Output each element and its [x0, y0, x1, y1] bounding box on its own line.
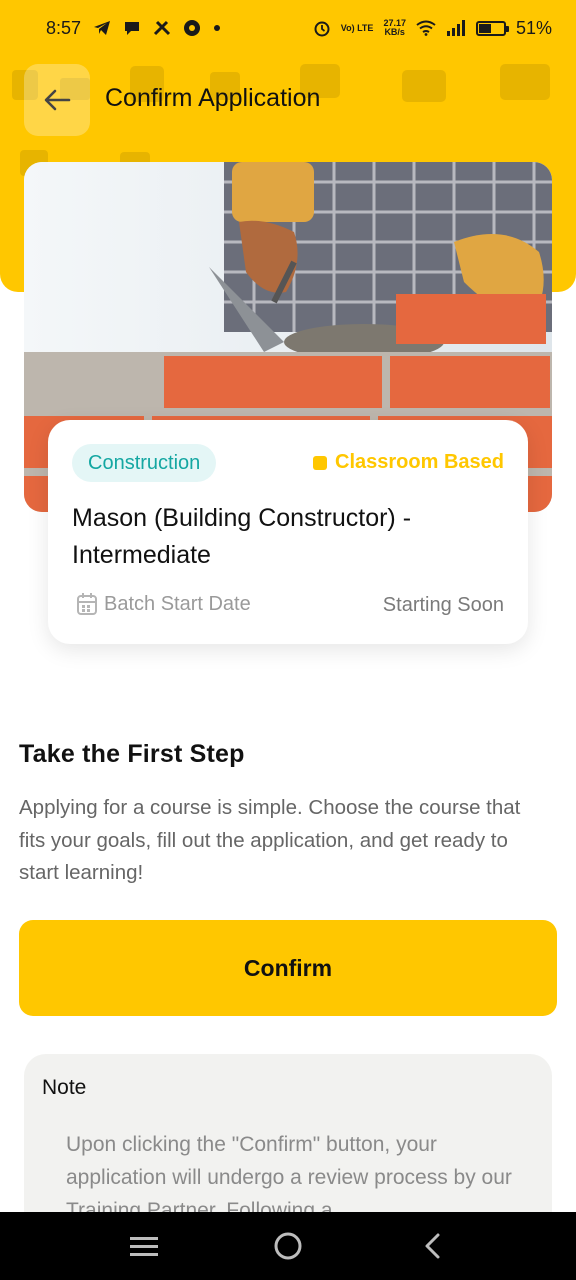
status-bar: 8:57 Vo) LTE 27.17 KB/s 51%	[0, 0, 576, 56]
telegram-icon	[93, 20, 111, 36]
notification-dot-icon	[213, 24, 221, 32]
back-button[interactable]	[24, 64, 90, 136]
course-card[interactable]: Construction Classroom Based Mason (Buil…	[48, 420, 528, 644]
mode-dot-icon	[313, 455, 328, 470]
network-type: Vo) LTE	[340, 22, 374, 33]
network-speed: 27.17 KB/s	[383, 19, 406, 37]
note-title: Note	[42, 1076, 87, 1099]
section-description: Applying for a course is simple. Choose …	[19, 796, 521, 884]
confirm-button[interactable]: Confirm	[19, 920, 557, 1016]
nav-recents-button[interactable]	[124, 1226, 164, 1266]
system-nav-bar	[0, 1212, 576, 1280]
category-badge: Construction	[72, 444, 217, 482]
tools-icon	[153, 20, 171, 36]
course-title: Mason (Building Constructor) - Intermedi…	[72, 504, 412, 569]
batch-start-row: Batch Start Date	[76, 592, 251, 616]
net-speed-unit: KB/s	[384, 27, 405, 37]
app-circle-icon	[183, 19, 201, 37]
nav-back-button[interactable]	[412, 1226, 452, 1266]
alarm-icon	[313, 19, 331, 37]
course-mode: Classroom Based	[313, 451, 504, 474]
wifi-icon	[416, 20, 436, 36]
nav-home-button[interactable]	[268, 1226, 308, 1266]
menu-icon	[130, 1237, 158, 1256]
chat-bubble-icon	[123, 20, 141, 36]
clock: 8:57	[46, 17, 82, 38]
chevron-left-icon	[425, 1233, 440, 1259]
battery-level	[478, 23, 492, 33]
battery-icon	[475, 20, 509, 36]
course-mode-label: Classroom Based	[335, 451, 504, 473]
page-title: Confirm Application	[105, 84, 321, 112]
section-heading: Take the First Step	[19, 740, 245, 768]
calendar-icon	[77, 593, 97, 615]
battery-percent: 51%	[515, 17, 552, 38]
batch-start-value: Starting Soon	[382, 594, 504, 616]
arrow-left-icon	[44, 89, 71, 111]
circle-icon	[274, 1232, 302, 1260]
batch-start-label: Batch Start Date	[104, 592, 251, 615]
signal-icon	[446, 20, 466, 36]
